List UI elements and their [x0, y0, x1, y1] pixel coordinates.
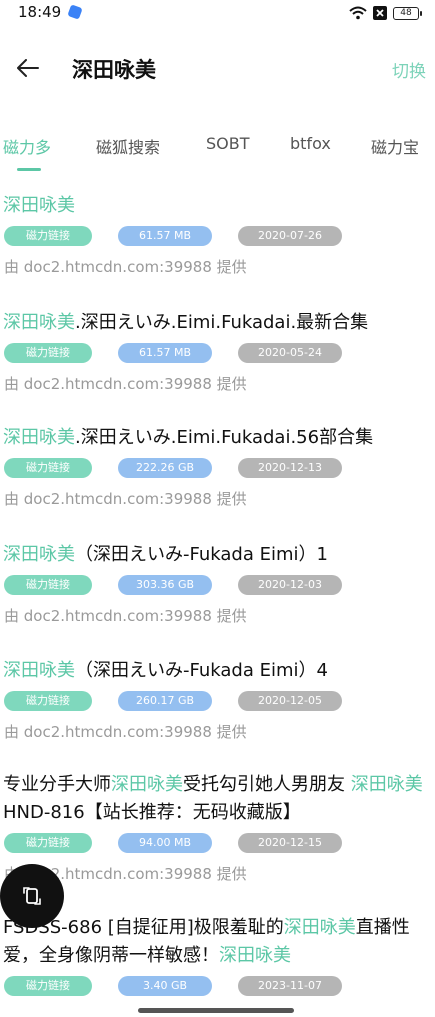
battery-icon: 48	[393, 6, 422, 20]
switch-button[interactable]: 切换	[392, 57, 426, 82]
wifi-icon	[349, 6, 367, 20]
item-title[interactable]: 专业分手大师深田咏美受托勾引她人男朋友 深田咏美 HND-816【站长推荐：无码…	[3, 771, 433, 827]
item-title[interactable]: 深田咏美.深田えいみ.Eimi.Fukadai.56部合集	[3, 424, 433, 452]
status-bar: 18:49 48	[0, 0, 435, 26]
list-item[interactable]: 深田咏美 磁力链接 61.57 MB 2020-07-26 由 doc2.htm…	[0, 192, 435, 277]
item-meta: 磁力链接 61.57 MB 2020-05-24	[0, 343, 435, 365]
tab-btfox[interactable]: btfox	[290, 134, 331, 153]
tab-cihu-search[interactable]: 磁狐搜索	[96, 134, 160, 158]
list-item[interactable]: 深田咏美（深田えいみ-Fukada Eimi）4 磁力链接 260.17 GB …	[0, 657, 435, 742]
item-meta: 磁力链接 222.26 GB 2020-12-13	[0, 458, 435, 480]
title-text: HND-816【站长推荐：无码收藏版】	[3, 802, 301, 823]
type-badge: 磁力链接	[4, 976, 92, 996]
date-badge: 2020-05-24	[238, 343, 342, 363]
size-badge: 94.00 MB	[118, 833, 212, 853]
highlighted-keyword: 深田咏美	[3, 660, 75, 681]
highlighted-keyword: 深田咏美	[111, 774, 183, 795]
page-title: 深田咏美	[72, 58, 156, 82]
back-button[interactable]	[10, 50, 46, 86]
type-badge: 磁力链接	[4, 833, 92, 853]
list-item[interactable]: FSDSS-686 [自提征用]极限羞耻的深田咏美直播性爱，全身像阴蒂一样敏感！…	[0, 914, 435, 998]
item-title[interactable]: 深田咏美（深田えいみ-Fukada Eimi）1	[3, 541, 433, 569]
list-item[interactable]: 深田咏美（深田えいみ-Fukada Eimi）1 磁力链接 303.36 GB …	[0, 541, 435, 626]
highlighted-keyword: 深田咏美	[283, 917, 356, 938]
title-text: （深田えいみ-Fukada Eimi）1	[75, 544, 328, 565]
size-badge: 303.36 GB	[118, 575, 212, 595]
date-badge: 2020-12-05	[238, 691, 342, 711]
item-source: 由 doc2.htmcdn.com:39988 提供	[4, 258, 247, 276]
size-badge: 222.26 GB	[118, 458, 212, 478]
tab-sobt[interactable]: SOBT	[206, 134, 250, 153]
list-item[interactable]: 深田咏美.深田えいみ.Eimi.Fukadai.最新合集 磁力链接 61.57 …	[0, 309, 435, 394]
date-badge: 2020-12-03	[238, 575, 342, 595]
item-source: 由 doc2.htmcdn.com:39988 提供	[4, 375, 247, 393]
highlighted-keyword: 深田咏美	[3, 544, 75, 565]
no-sim-icon	[373, 6, 387, 20]
title-text: .深田えいみ.Eimi.Fukadai.56部合集	[75, 427, 374, 448]
highlighted-keyword: 深田咏美	[3, 195, 75, 216]
type-badge: 磁力链接	[4, 226, 92, 246]
status-icons: 48	[349, 4, 422, 22]
source-tabs: 磁力多 磁狐搜索 SOBT btfox 磁力宝	[0, 128, 435, 176]
type-badge: 磁力链接	[4, 575, 92, 595]
list-item[interactable]: 专业分手大师深田咏美受托勾引她人男朋友 深田咏美 HND-816【站长推荐：无码…	[0, 771, 435, 884]
type-badge: 磁力链接	[4, 458, 92, 478]
home-indicator[interactable]	[138, 1008, 294, 1013]
size-badge: 61.57 MB	[118, 226, 212, 246]
floating-action-button[interactable]	[0, 864, 64, 928]
size-badge: 61.57 MB	[118, 343, 212, 363]
item-meta: 磁力链接 94.00 MB 2020-12-15	[0, 833, 435, 855]
title-text: （深田えいみ-Fukada Eimi）4	[75, 660, 328, 681]
item-source: 由 doc2.htmcdn.com:39988 提供	[4, 723, 247, 741]
item-meta: 磁力链接 303.36 GB 2020-12-03	[0, 575, 435, 597]
date-badge: 2020-12-13	[238, 458, 342, 478]
highlighted-keyword: 深田咏美	[350, 774, 423, 795]
date-badge: 2020-12-15	[238, 833, 342, 853]
arrow-left-icon	[17, 59, 39, 77]
item-title[interactable]: 深田咏美（深田えいみ-Fukada Eimi）4	[3, 657, 433, 685]
type-badge: 磁力链接	[4, 691, 92, 711]
type-badge: 磁力链接	[4, 343, 92, 363]
tab-cilibao[interactable]: 磁力宝	[371, 134, 419, 158]
tab-ciliduo[interactable]: 磁力多	[3, 134, 51, 158]
item-meta: 磁力链接 3.40 GB 2023-11-07	[0, 976, 435, 998]
item-title[interactable]: 深田咏美	[3, 192, 433, 220]
highlighted-keyword: 深田咏美	[3, 427, 75, 448]
title-text: 专业分手大师	[3, 774, 111, 795]
item-title[interactable]: FSDSS-686 [自提征用]极限羞耻的深田咏美直播性爱，全身像阴蒂一样敏感！…	[3, 914, 433, 970]
item-meta: 磁力链接 61.57 MB 2020-07-26	[0, 226, 435, 248]
title-text: .深田えいみ.Eimi.Fukadai.最新合集	[75, 312, 369, 333]
app-header: 深田咏美 切换	[0, 40, 435, 96]
item-source: 由 doc2.htmcdn.com:39988 提供	[4, 865, 247, 883]
item-meta: 磁力链接 260.17 GB 2020-12-05	[0, 691, 435, 713]
item-source: 由 doc2.htmcdn.com:39988 提供	[4, 607, 247, 625]
status-time: 18:49	[18, 3, 62, 21]
date-badge: 2023-11-07	[238, 976, 342, 996]
highlighted-keyword: 深田咏美	[3, 312, 75, 333]
active-tab-indicator	[17, 168, 41, 171]
item-title[interactable]: 深田咏美.深田えいみ.Eimi.Fukadai.最新合集	[3, 309, 433, 337]
app-notification-icon	[67, 4, 83, 20]
rotate-screen-icon	[23, 887, 41, 905]
title-text: 受托勾引她人男朋友	[183, 774, 351, 795]
highlighted-keyword: 深田咏美	[219, 945, 291, 966]
date-badge: 2020-07-26	[238, 226, 342, 246]
list-item[interactable]: 深田咏美.深田えいみ.Eimi.Fukadai.56部合集 磁力链接 222.2…	[0, 424, 435, 509]
item-source: 由 doc2.htmcdn.com:39988 提供	[4, 490, 247, 508]
size-badge: 3.40 GB	[118, 976, 212, 996]
size-badge: 260.17 GB	[118, 691, 212, 711]
